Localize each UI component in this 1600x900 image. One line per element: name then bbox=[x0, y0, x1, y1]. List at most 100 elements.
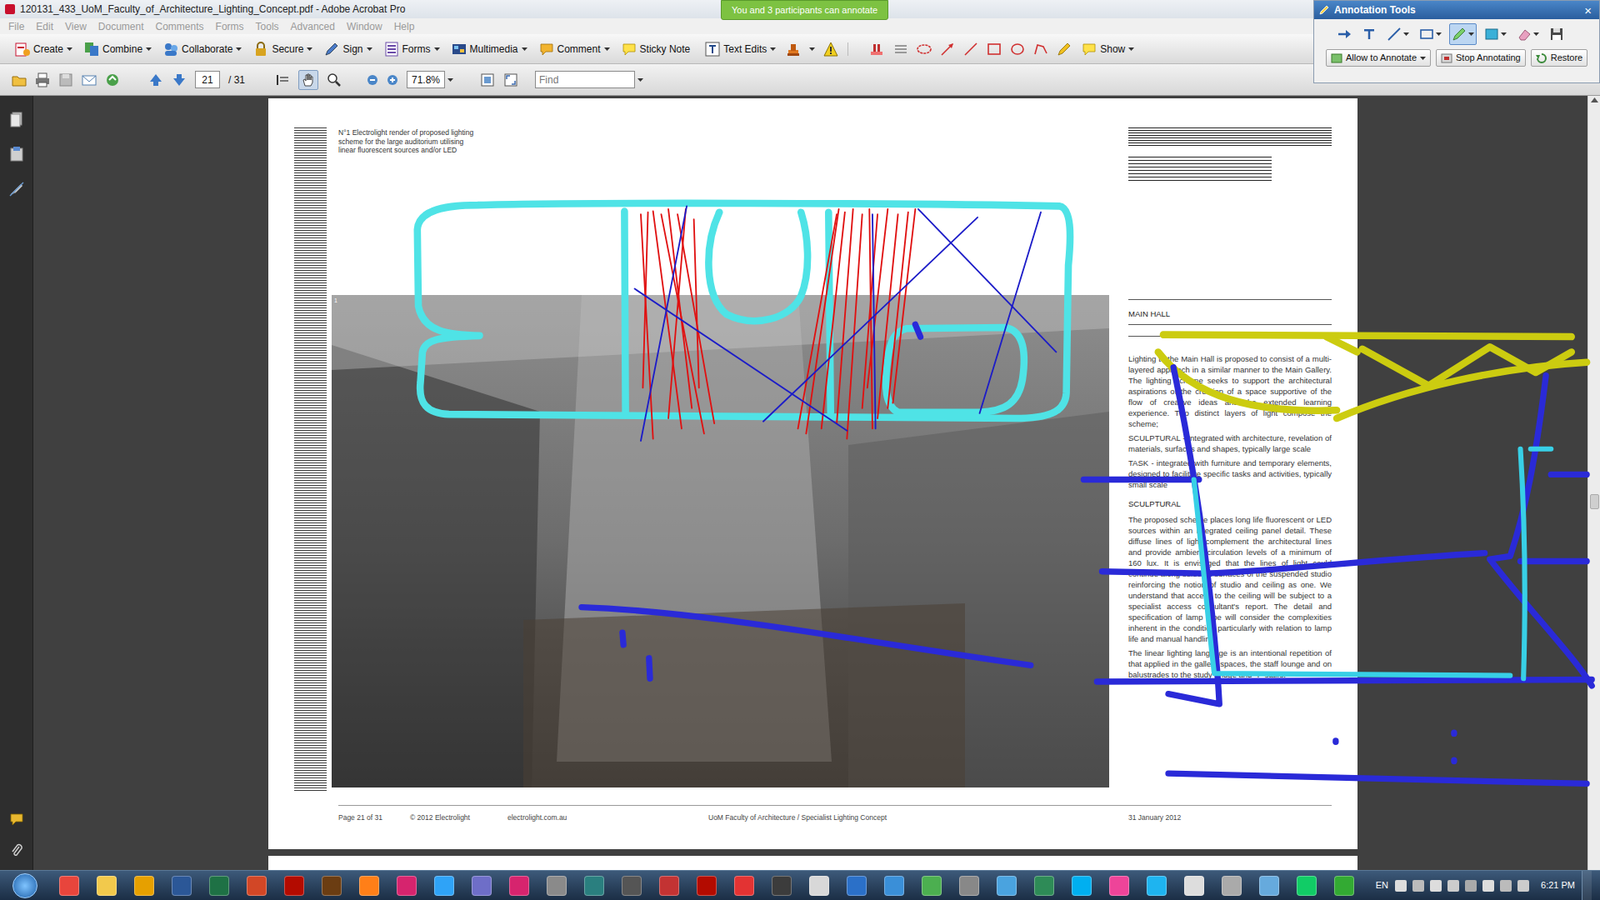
app-icon[interactable] bbox=[171, 875, 192, 896]
annotation-tool[interactable] bbox=[1384, 23, 1412, 45]
taskbar-app[interactable] bbox=[544, 873, 570, 899]
dropdown-arrow-icon[interactable] bbox=[66, 47, 73, 51]
app-icon[interactable] bbox=[396, 875, 417, 896]
tool-icon[interactable] bbox=[705, 41, 720, 57]
button-icon[interactable] bbox=[1440, 52, 1453, 65]
app-icon[interactable] bbox=[209, 875, 230, 896]
app-icon[interactable] bbox=[809, 875, 830, 896]
document-area[interactable]: N°1 Electrolight render of proposed ligh… bbox=[33, 95, 1588, 870]
tray-icon[interactable] bbox=[1430, 880, 1442, 892]
button-icon[interactable] bbox=[1535, 52, 1548, 65]
panel-button-label[interactable]: Allow to Annotate bbox=[1345, 50, 1417, 65]
toolbar-button[interactable]: Comment bbox=[537, 37, 612, 61]
taskbar-app[interactable] bbox=[581, 873, 607, 899]
line-icon[interactable] bbox=[963, 41, 979, 57]
bookmarks-icon[interactable] bbox=[9, 145, 25, 163]
cloud-icon[interactable] bbox=[916, 41, 932, 57]
app-icon[interactable] bbox=[1071, 875, 1092, 896]
app-icon[interactable] bbox=[996, 875, 1017, 896]
oval-icon[interactable] bbox=[1010, 41, 1025, 57]
taskbar-app[interactable] bbox=[469, 873, 495, 899]
taskbar-app[interactable] bbox=[206, 873, 232, 899]
zoom-control[interactable] bbox=[406, 70, 454, 89]
taskbar-app[interactable] bbox=[56, 873, 82, 899]
dropdown-arrow-icon[interactable] bbox=[1533, 32, 1540, 36]
select-text-icon[interactable] bbox=[275, 72, 290, 88]
email-icon[interactable] bbox=[81, 72, 97, 88]
rectangle-icon[interactable] bbox=[986, 41, 1002, 57]
toolbar-label[interactable]: Multimedia bbox=[470, 41, 519, 57]
toolbar-button[interactable]: Sign bbox=[322, 37, 374, 61]
eraser-icon[interactable] bbox=[1516, 26, 1532, 42]
toolbar-label[interactable]: Comment bbox=[557, 41, 601, 57]
tray-icon[interactable] bbox=[1465, 880, 1477, 892]
annotation-tool[interactable] bbox=[1546, 23, 1567, 45]
language-indicator[interactable]: EN bbox=[1375, 878, 1389, 893]
show-button[interactable]: Show bbox=[1080, 41, 1136, 57]
annotation-tool[interactable] bbox=[1334, 23, 1355, 45]
menu-item[interactable]: Help bbox=[394, 19, 415, 35]
share-icon[interactable] bbox=[105, 72, 120, 88]
dropdown-arrow-icon[interactable] bbox=[447, 78, 454, 82]
stamp-icon[interactable] bbox=[785, 41, 801, 57]
app-icon[interactable] bbox=[96, 875, 117, 896]
previous-page-icon[interactable] bbox=[148, 72, 164, 88]
taskbar-app[interactable] bbox=[844, 873, 870, 899]
arrow-icon[interactable] bbox=[1336, 26, 1352, 42]
app-icon[interactable] bbox=[884, 875, 905, 896]
annotation-tool[interactable] bbox=[1359, 23, 1380, 45]
menu-item[interactable]: Document bbox=[98, 19, 145, 35]
taskbar-app[interactable] bbox=[1219, 873, 1245, 899]
underline-text-icon[interactable] bbox=[893, 41, 909, 57]
taskbar-app[interactable] bbox=[244, 873, 270, 899]
taskbar-app[interactable] bbox=[94, 873, 120, 899]
tray-icon[interactable] bbox=[1500, 880, 1512, 892]
zoom-field[interactable] bbox=[406, 70, 445, 89]
taskbar-app[interactable] bbox=[956, 873, 982, 899]
panel-button[interactable]: Stop Annotating bbox=[1435, 49, 1526, 67]
toolbar-button[interactable]: Multimedia bbox=[450, 37, 530, 61]
tray-icon[interactable] bbox=[1395, 880, 1407, 892]
dropdown-arrow-icon[interactable] bbox=[521, 47, 528, 51]
panel-button-label[interactable]: Restore bbox=[1550, 50, 1584, 65]
clock[interactable]: 6:21 PM bbox=[1540, 878, 1575, 893]
tool-icon[interactable] bbox=[451, 41, 467, 57]
app-icon[interactable] bbox=[59, 875, 80, 896]
app-icon[interactable] bbox=[1109, 875, 1130, 896]
toolbar-label[interactable]: Secure bbox=[271, 41, 304, 57]
attachments-icon[interactable] bbox=[9, 843, 25, 859]
toolbar-label[interactable]: Collaborate bbox=[181, 41, 233, 57]
toolbar-button[interactable]: Create bbox=[13, 37, 75, 61]
app-icon[interactable] bbox=[959, 875, 980, 896]
panel-button-label[interactable]: Stop Annotating bbox=[1455, 50, 1521, 65]
taskbar-app[interactable] bbox=[131, 873, 157, 899]
annotation-tool[interactable] bbox=[1481, 23, 1510, 45]
dropdown-arrow-icon[interactable] bbox=[145, 47, 152, 51]
full-screen-icon[interactable] bbox=[503, 72, 519, 88]
app-icon[interactable] bbox=[134, 875, 155, 896]
app-icon[interactable] bbox=[921, 875, 942, 896]
taskbar-app[interactable] bbox=[994, 873, 1020, 899]
taskbar-app[interactable] bbox=[806, 873, 832, 899]
arrow-icon[interactable] bbox=[940, 41, 955, 57]
fit-page-icon[interactable] bbox=[480, 72, 495, 88]
comments-icon[interactable] bbox=[9, 811, 25, 827]
annotation-stroke[interactable] bbox=[1194, 449, 1552, 680]
app-icon[interactable] bbox=[546, 875, 567, 896]
app-icon[interactable] bbox=[1296, 875, 1317, 896]
taskbar-app[interactable] bbox=[694, 873, 720, 899]
toolbar-button[interactable]: Text Edits bbox=[703, 37, 778, 61]
dropdown-arrow-icon[interactable] bbox=[809, 47, 815, 51]
app-icon[interactable] bbox=[1221, 875, 1242, 896]
dropdown-arrow-icon[interactable] bbox=[235, 47, 242, 51]
toolbar-label[interactable]: Forms bbox=[402, 41, 431, 57]
toolbar-button[interactable]: Combine bbox=[82, 37, 154, 61]
scroll-thumb[interactable] bbox=[1590, 494, 1600, 510]
menu-item[interactable]: File bbox=[8, 19, 25, 35]
hand-tool-icon[interactable] bbox=[298, 70, 319, 90]
taskbar-app[interactable] bbox=[1294, 873, 1320, 899]
panel-button[interactable]: Restore bbox=[1530, 49, 1589, 67]
taskbar-app[interactable] bbox=[394, 873, 420, 899]
taskbar-app[interactable] bbox=[881, 873, 907, 899]
highlight-text-icon[interactable] bbox=[870, 41, 885, 57]
